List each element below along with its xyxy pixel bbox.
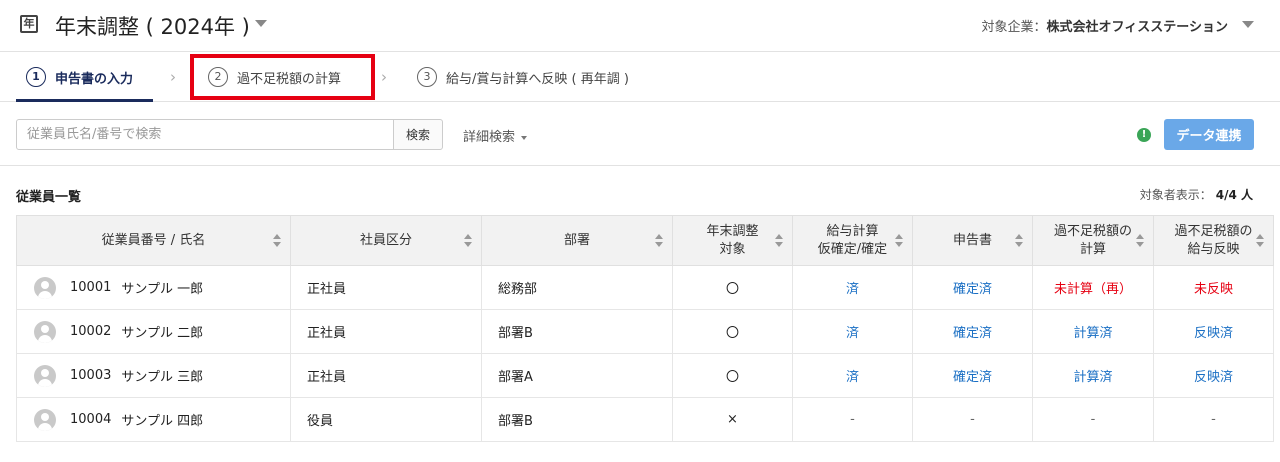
employee-cell[interactable]: 10001 サンプル 一郎 (16, 265, 291, 310)
employee-id: 10002 (70, 324, 112, 339)
employee-id: 10004 (70, 412, 112, 427)
column-header-employee[interactable]: 従業員番号 / 氏名 (16, 215, 291, 266)
sort-icon[interactable] (273, 233, 282, 248)
column-header-target[interactable]: 年末調整 対象 (672, 215, 793, 266)
employee-type: 役員 (290, 397, 482, 442)
employee-type: 正社員 (290, 309, 482, 354)
chevron-right-icon: › (381, 68, 387, 86)
sort-icon[interactable] (895, 233, 904, 248)
employee-name: サンプル 二郎 (121, 326, 204, 341)
department: 部署B (481, 397, 673, 442)
calc-status[interactable]: 計算済 (1032, 353, 1154, 398)
avatar-icon (34, 276, 56, 299)
chevron-right-icon: › (170, 68, 176, 86)
step-tab-1[interactable]: 1 申告書の入力 (26, 53, 133, 101)
app-header: 年 年末調整 ( 2024年 ) 対象企業：株式会社オフィスステーション (0, 0, 1280, 52)
sort-icon[interactable] (464, 233, 473, 248)
highlight-annotation (190, 54, 375, 100)
payroll-status: - (792, 397, 913, 442)
column-header-calc[interactable]: 過不足税額の 計算 (1032, 215, 1154, 266)
reflect-status: - (1153, 397, 1274, 442)
employee-type: 正社員 (290, 353, 482, 398)
list-title: 従業員一覧 (16, 190, 82, 205)
employee-id: 10001 (70, 280, 112, 295)
company-dropdown-icon[interactable] (1242, 21, 1254, 28)
page-title[interactable]: 年末調整 ( 2024年 ) (55, 11, 250, 41)
step-label: 申告書の入力 (55, 71, 134, 87)
count-value: 4/4 人 (1215, 188, 1253, 202)
search-button[interactable]: 検索 (393, 119, 443, 150)
sort-icon[interactable] (1256, 233, 1265, 248)
avatar-icon (34, 320, 56, 343)
department: 部署A (481, 353, 673, 398)
calc-status: - (1032, 397, 1154, 442)
avatar-icon (34, 408, 56, 431)
reflect-status[interactable]: 反映済 (1153, 309, 1274, 354)
payroll-status[interactable]: 済 (792, 353, 913, 398)
adjustment-target: 〇 (672, 265, 793, 310)
step-number: 3 (417, 67, 437, 87)
table-header-row: 従業員番号 / 氏名 社員区分 部署 年末調整 対象 給与計算 仮確定/確定 申… (16, 215, 1274, 266)
employee-cell[interactable]: 10003 サンプル 三郎 (16, 353, 291, 398)
company-name: 株式会社オフィスステーション (1046, 20, 1228, 35)
column-header-reflect[interactable]: 過不足税額の 給与反映 (1153, 215, 1274, 266)
calendar-icon: 年 (20, 15, 38, 33)
step-number: 1 (26, 67, 46, 87)
employee-cell[interactable]: 10004 サンプル 四郎 (16, 397, 291, 442)
company-label: 対象企業： (981, 20, 1047, 35)
payroll-status[interactable]: 済 (792, 309, 913, 354)
alert-icon[interactable]: ! (1137, 128, 1151, 142)
form-status[interactable]: 確定済 (912, 353, 1033, 398)
company-selector[interactable]: 対象企業：株式会社オフィスステーション (982, 16, 1229, 35)
step-tab-3[interactable]: 3 給与/賞与計算へ反映 ( 再年調 ) (417, 53, 629, 101)
table-row[interactable]: 10001 サンプル 一郎 正社員 総務部 〇 済 確定済 未計算（再） 未反映 (16, 265, 1274, 310)
table-row[interactable]: 10003 サンプル 三郎 正社員 部署A 〇 済 確定済 計算済 反映済 (16, 353, 1274, 398)
calc-status[interactable]: 未計算（再） (1032, 265, 1154, 310)
employee-table: 従業員番号 / 氏名 社員区分 部署 年末調整 対象 給与計算 仮確定/確定 申… (16, 215, 1274, 442)
department: 総務部 (481, 265, 673, 310)
sort-icon[interactable] (1136, 233, 1145, 248)
table-row[interactable]: 10004 サンプル 四郎 役員 部署B × - - - - (16, 397, 1274, 442)
data-link-button[interactable]: データ連携 (1164, 119, 1254, 150)
adjustment-target: 〇 (672, 309, 793, 354)
chevron-down-icon (521, 135, 528, 140)
reflect-status[interactable]: 未反映 (1153, 265, 1274, 310)
search-input[interactable] (16, 119, 394, 150)
form-status[interactable]: 確定済 (912, 309, 1033, 354)
column-header-type[interactable]: 社員区分 (290, 215, 482, 266)
column-header-form[interactable]: 申告書 (912, 215, 1033, 266)
adjustment-target: 〇 (672, 353, 793, 398)
toolbar: 検索 詳細検索 ! データ連携 (0, 102, 1280, 166)
count-label: 対象者表示： (1139, 188, 1212, 202)
table-row[interactable]: 10002 サンプル 二郎 正社員 部署B 〇 済 確定済 計算済 反映済 (16, 309, 1274, 354)
title-dropdown-icon[interactable] (255, 20, 267, 27)
employee-id: 10003 (70, 368, 112, 383)
step-label: 給与/賞与計算へ反映 ( 再年調 ) (446, 71, 629, 87)
column-header-dept[interactable]: 部署 (481, 215, 673, 266)
record-count: 対象者表示： 4/4 人 (1140, 186, 1253, 203)
sort-icon[interactable] (655, 233, 664, 248)
employee-cell[interactable]: 10002 サンプル 二郎 (16, 309, 291, 354)
payroll-status[interactable]: 済 (792, 265, 913, 310)
form-status[interactable]: 確定済 (912, 265, 1033, 310)
employee-name: サンプル 一郎 (121, 282, 204, 297)
advanced-search-toggle[interactable]: 詳細検索 (463, 126, 528, 145)
column-header-payroll[interactable]: 給与計算 仮確定/確定 (792, 215, 913, 266)
department: 部署B (481, 309, 673, 354)
employee-name: サンプル 四郎 (121, 414, 204, 429)
advanced-search-label: 詳細検索 (463, 130, 516, 145)
employee-type: 正社員 (290, 265, 482, 310)
form-status: - (912, 397, 1033, 442)
employee-name: サンプル 三郎 (121, 370, 204, 385)
sort-icon[interactable] (775, 233, 784, 248)
calc-status[interactable]: 計算済 (1032, 309, 1154, 354)
adjustment-target: × (672, 397, 793, 442)
reflect-status[interactable]: 反映済 (1153, 353, 1274, 398)
avatar-icon (34, 364, 56, 387)
sort-icon[interactable] (1015, 233, 1024, 248)
